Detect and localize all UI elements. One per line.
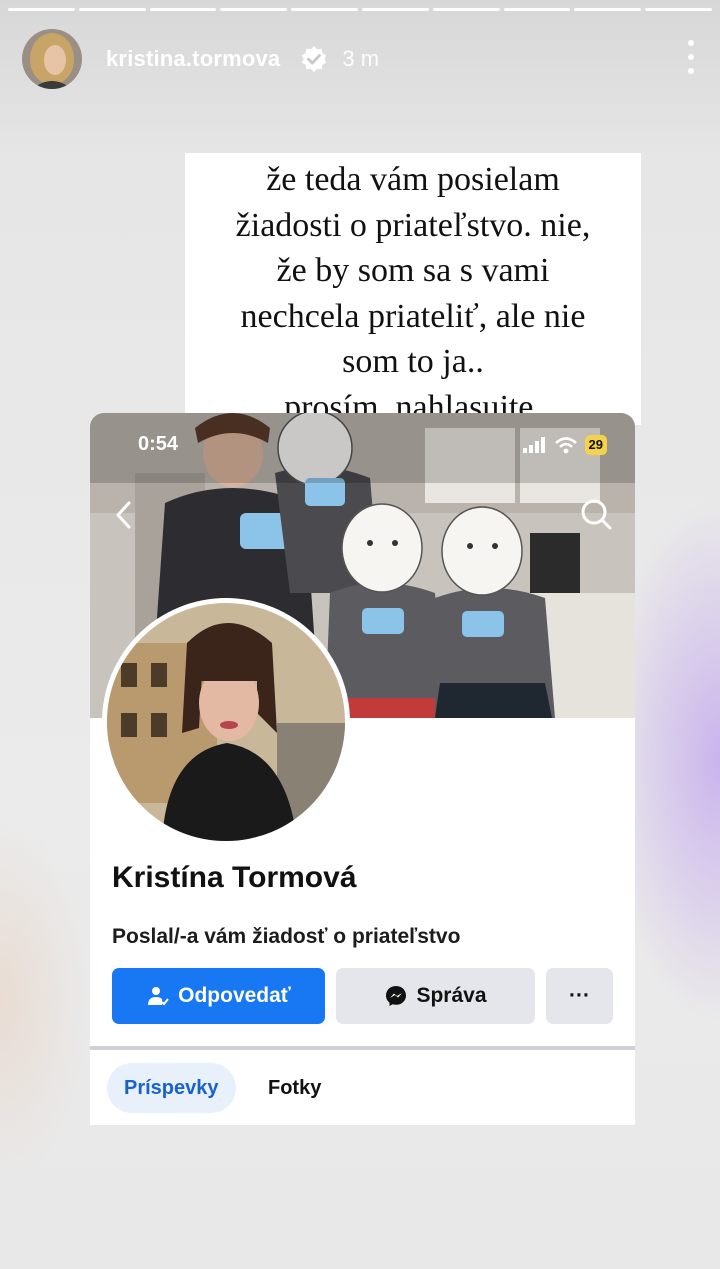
more-options-label: ··· [569,984,590,1007]
tab-posts[interactable]: Príspevky [107,1063,236,1113]
caption-line: žiadosti o priateľstvo. nie, [235,206,591,244]
tab-photos-label: Fotky [268,1076,322,1099]
profile-picture[interactable] [102,598,350,846]
verified-badge-icon [302,46,327,72]
story-progress-segment [361,8,429,11]
section-divider [90,1046,635,1050]
back-arrow-icon[interactable] [110,497,138,533]
caption-line: som to ja.. [342,343,484,380]
status-bar-icons: 29 [522,435,607,455]
respond-button[interactable]: Odpovedať [112,968,325,1024]
story-avatar[interactable] [22,29,82,89]
story-progress-segment [432,8,500,11]
tab-posts-label: Príspevky [124,1076,219,1099]
more-options-icon[interactable] [684,40,698,74]
caption-line: že teda vám posielam [266,161,560,198]
story-progress-segment [503,8,571,11]
friend-request-text: Poslal/-a vám žiadosť o priateľstvo [112,925,461,948]
tab-photos[interactable]: Fotky [268,1063,321,1113]
message-button-label: Správa [416,984,487,1007]
caption-line: nechcela priateliť, ale nie [240,297,586,335]
messenger-icon [386,986,407,1006]
profile-name: Kristína Tormová [112,861,357,894]
story-progress-segment [149,8,217,11]
story-progress-segment [574,8,642,11]
message-button[interactable]: Správa [336,968,535,1024]
caption-line: že by som sa s vami [276,252,550,289]
facebook-screenshot: 0:54 29 Kristína Tormová Poslal/-a vám ž… [90,413,635,1125]
wifi-icon [554,436,577,453]
story-caption: že teda vám posielam žiadosti o priateľst… [185,153,641,426]
status-bar-time: 0:54 [138,433,179,455]
more-options-button[interactable]: ··· [546,968,613,1024]
story-progress-segment [645,8,712,11]
respond-button-label: Odpovedať [178,984,291,1007]
story-progress-bar [8,8,712,11]
story-progress-segment [291,8,358,11]
battery-indicator: 29 [584,435,607,455]
story-progress-segment [78,8,146,11]
search-icon[interactable] [579,497,613,531]
story-header: kristina.tormova 3 m [22,28,698,90]
signal-icon [522,437,545,453]
story-progress-segment [220,8,288,11]
story-username[interactable]: kristina.tormova [106,46,280,72]
person-check-icon [148,987,169,1006]
story-progress-segment [8,8,75,11]
story-timestamp: 3 m [342,46,380,71]
